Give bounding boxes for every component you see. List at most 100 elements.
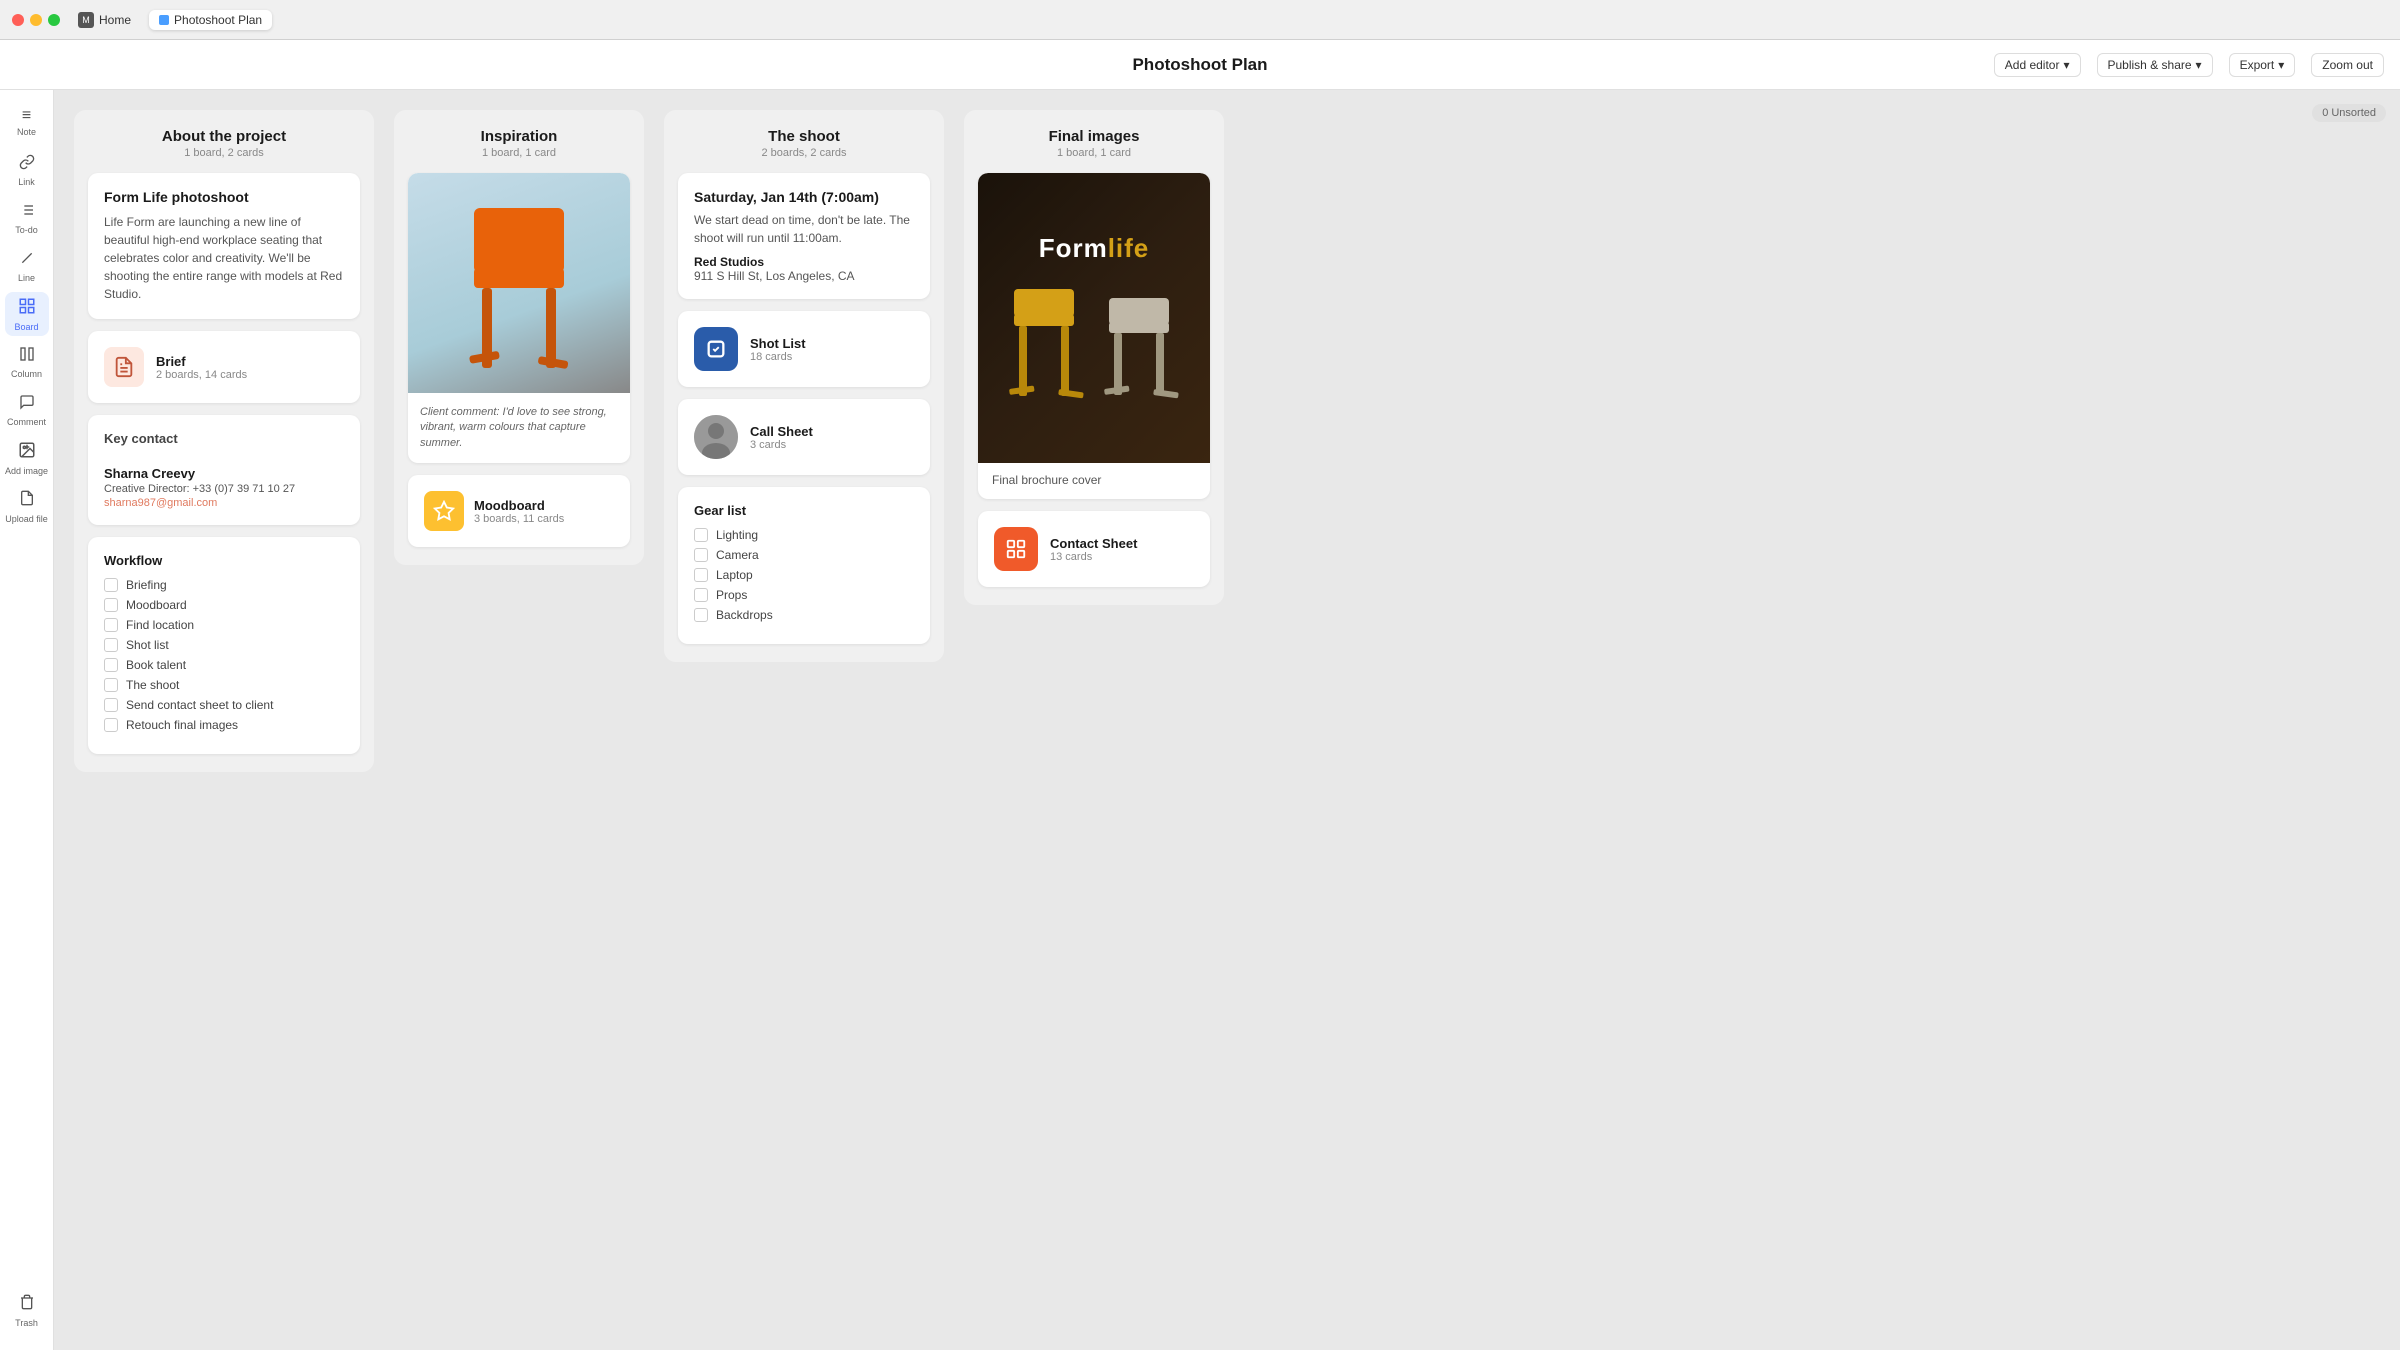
label-props: Props	[716, 588, 747, 602]
label-laptop: Laptop	[716, 568, 753, 582]
sidebar-item-link[interactable]: Link	[5, 148, 49, 192]
sidebar-item-board[interactable]: Board	[5, 292, 49, 336]
gear-item-backdrops[interactable]: Backdrops	[694, 608, 914, 622]
card-brief[interactable]: Brief 2 boards, 14 cards	[88, 331, 360, 403]
tab-active[interactable]: Photoshoot Plan	[149, 10, 272, 30]
board-about-title: About the project	[88, 128, 360, 145]
shot-list-icon	[694, 327, 738, 371]
sidebar-label-todo: To-do	[15, 225, 38, 235]
checkbox-moodboard[interactable]	[104, 598, 118, 612]
checkbox-send-contact-sheet[interactable]	[104, 698, 118, 712]
sidebar-item-add-image[interactable]: Add image	[5, 436, 49, 480]
board-final-sub: 1 board, 1 card	[978, 147, 1210, 159]
sidebar-label-note: Note	[17, 127, 36, 137]
fullscreen-button[interactable]	[48, 14, 60, 26]
checkbox-laptop[interactable]	[694, 568, 708, 582]
contact-email[interactable]: sharna987@gmail.com	[104, 497, 344, 509]
card-moodboard[interactable]: Moodboard 3 boards, 11 cards	[408, 475, 630, 547]
link-icon	[19, 154, 35, 175]
sidebar-item-line[interactable]: Line	[5, 244, 49, 288]
card-shot-list[interactable]: Shot List 18 cards	[678, 311, 930, 387]
brief-title: Brief	[156, 354, 247, 369]
board-shoot-header: The shoot 2 boards, 2 cards	[678, 128, 930, 159]
workflow-item-5[interactable]: The shoot	[104, 678, 344, 692]
home-icon: M	[78, 12, 94, 28]
checkbox-briefing[interactable]	[104, 578, 118, 592]
board-about: About the project 1 board, 2 cards Form …	[74, 110, 374, 772]
sidebar-item-trash[interactable]: Trash	[5, 1288, 49, 1332]
contact-sheet-sub: 13 cards	[1050, 551, 1137, 563]
gear-item-props[interactable]: Props	[694, 588, 914, 602]
workflow-item-1[interactable]: Moodboard	[104, 598, 344, 612]
checkbox-find-location[interactable]	[104, 618, 118, 632]
sidebar-label-trash: Trash	[15, 1318, 38, 1328]
checkbox-backdrops[interactable]	[694, 608, 708, 622]
call-sheet-icon	[694, 415, 738, 459]
moodboard-title: Moodboard	[474, 498, 564, 513]
checkbox-book-talent[interactable]	[104, 658, 118, 672]
close-button[interactable]	[12, 14, 24, 26]
sidebar-item-todo[interactable]: To-do	[5, 196, 49, 240]
formlife-logo-part2: life	[1108, 233, 1150, 263]
sidebar-item-upload-file[interactable]: Upload file	[5, 484, 49, 528]
boards-row: About the project 1 board, 2 cards Form …	[74, 110, 2380, 772]
workflow-item-0[interactable]: Briefing	[104, 578, 344, 592]
add-editor-button[interactable]: Add editor ▾	[1994, 53, 2081, 77]
main-toolbar: Photoshoot Plan Add editor ▾ Publish & s…	[0, 40, 2400, 90]
workflow-title: Workflow	[104, 553, 344, 568]
board-icon	[18, 297, 36, 320]
sidebar-item-note[interactable]: ≡ Note	[5, 100, 49, 144]
checkbox-lighting[interactable]	[694, 528, 708, 542]
checkbox-the-shoot[interactable]	[104, 678, 118, 692]
checkbox-props[interactable]	[694, 588, 708, 602]
title-bar: M Home Photoshoot Plan	[0, 0, 2400, 40]
gear-item-camera[interactable]: Camera	[694, 548, 914, 562]
label-shot-list: Shot list	[126, 638, 169, 652]
card-key-contact: Key contact Sharna Creevy Creative Direc…	[88, 415, 360, 525]
tab-home[interactable]: M Home	[68, 9, 141, 31]
workflow-item-4[interactable]: Book talent	[104, 658, 344, 672]
board-final-images: Final images 1 board, 1 card Formlife	[964, 110, 1224, 605]
person-avatar	[694, 415, 738, 459]
moodboard-inner: Moodboard 3 boards, 11 cards	[424, 491, 614, 531]
export-button[interactable]: Export ▾	[2229, 53, 2296, 77]
minimize-button[interactable]	[30, 14, 42, 26]
workflow-item-3[interactable]: Shot list	[104, 638, 344, 652]
comment-icon	[19, 394, 35, 415]
brief-icon	[104, 347, 144, 387]
publish-share-button[interactable]: Publish & share ▾	[2097, 53, 2213, 77]
contact-sheet-icon	[994, 527, 1038, 571]
app-body: ≡ Note Link	[0, 90, 2400, 1350]
traffic-lights	[12, 14, 60, 26]
brief-sub: 2 boards, 14 cards	[156, 369, 247, 381]
board-about-header: About the project 1 board, 2 cards	[88, 128, 360, 159]
gear-list-title: Gear list	[694, 503, 914, 518]
shot-list-info: Shot List 18 cards	[750, 336, 806, 363]
workflow-item-2[interactable]: Find location	[104, 618, 344, 632]
gear-item-lighting[interactable]: Lighting	[694, 528, 914, 542]
tab-home-label: Home	[99, 13, 131, 27]
zoom-out-button[interactable]: Zoom out	[2311, 53, 2384, 77]
add-image-icon	[18, 441, 36, 464]
final-caption: Final brochure cover	[992, 473, 1196, 487]
shot-list-sub: 18 cards	[750, 351, 806, 363]
tab-active-label: Photoshoot Plan	[174, 13, 262, 27]
contact-name: Sharna Creevy	[104, 466, 344, 481]
gear-item-laptop[interactable]: Laptop	[694, 568, 914, 582]
workflow-item-6[interactable]: Send contact sheet to client	[104, 698, 344, 712]
checkbox-camera[interactable]	[694, 548, 708, 562]
formlife-logo-part1: Form	[1039, 233, 1108, 263]
sidebar-item-comment[interactable]: Comment	[5, 388, 49, 432]
workflow-item-7[interactable]: Retouch final images	[104, 718, 344, 732]
board-shoot-title: The shoot	[678, 128, 930, 145]
contact-sheet-inner: Contact Sheet 13 cards	[994, 527, 1194, 571]
checkbox-shot-list[interactable]	[104, 638, 118, 652]
toolbar-actions: Add editor ▾ Publish & share ▾ Export ▾ …	[1994, 53, 2384, 77]
card-contact-sheet[interactable]: Contact Sheet 13 cards	[978, 511, 1210, 587]
board-shoot-sub: 2 boards, 2 cards	[678, 147, 930, 159]
sidebar-item-column[interactable]: Column	[5, 340, 49, 384]
sidebar-label-upload-file: Upload file	[5, 514, 48, 524]
card-call-sheet[interactable]: Call Sheet 3 cards	[678, 399, 930, 475]
moodboard-icon	[424, 491, 464, 531]
checkbox-retouch[interactable]	[104, 718, 118, 732]
